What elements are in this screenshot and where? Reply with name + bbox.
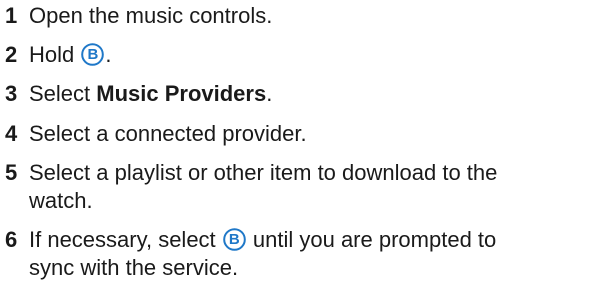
step-text-line-2: sync with the service. <box>29 255 239 280</box>
step-text-line-2: watch. <box>29 188 93 213</box>
step-text: Select a playlist or other item to downl… <box>29 159 609 215</box>
button-letter: B <box>87 46 99 63</box>
button-letter: B <box>228 231 240 248</box>
step-text-before: Select <box>29 81 97 106</box>
step-text-line-1-after: until you are prompted to <box>246 227 497 252</box>
step-number: 6 <box>5 227 18 252</box>
step-text-content: Open the music controls. <box>29 3 273 28</box>
step-text-after: . <box>105 42 112 67</box>
step-text-content: Select a connected provider. <box>29 121 307 146</box>
step-text: Select a connected provider. <box>29 120 609 148</box>
step-number: 4 <box>5 121 18 146</box>
circled-b-button-icon: B <box>81 43 105 66</box>
menu-item-name: Music Providers <box>96 81 267 106</box>
step-number: 2 <box>5 42 18 67</box>
step-text: Open the music controls. <box>29 2 609 30</box>
step-number: 3 <box>5 81 18 106</box>
step-text: Hold B. <box>29 41 609 69</box>
step-text: If necessary, select B until you are pro… <box>29 226 609 282</box>
step-text-line-1-before: If necessary, select <box>29 227 222 252</box>
circled-b-button-icon: B <box>222 228 246 251</box>
step-text-before: Hold <box>29 42 81 67</box>
step-text-line-1: Select a playlist or other item to downl… <box>29 160 498 185</box>
step-number: 1 <box>5 3 18 28</box>
step-text-after: . <box>266 81 273 106</box>
step-number: 5 <box>5 160 18 185</box>
step-text: Select Music Providers. <box>29 80 609 108</box>
